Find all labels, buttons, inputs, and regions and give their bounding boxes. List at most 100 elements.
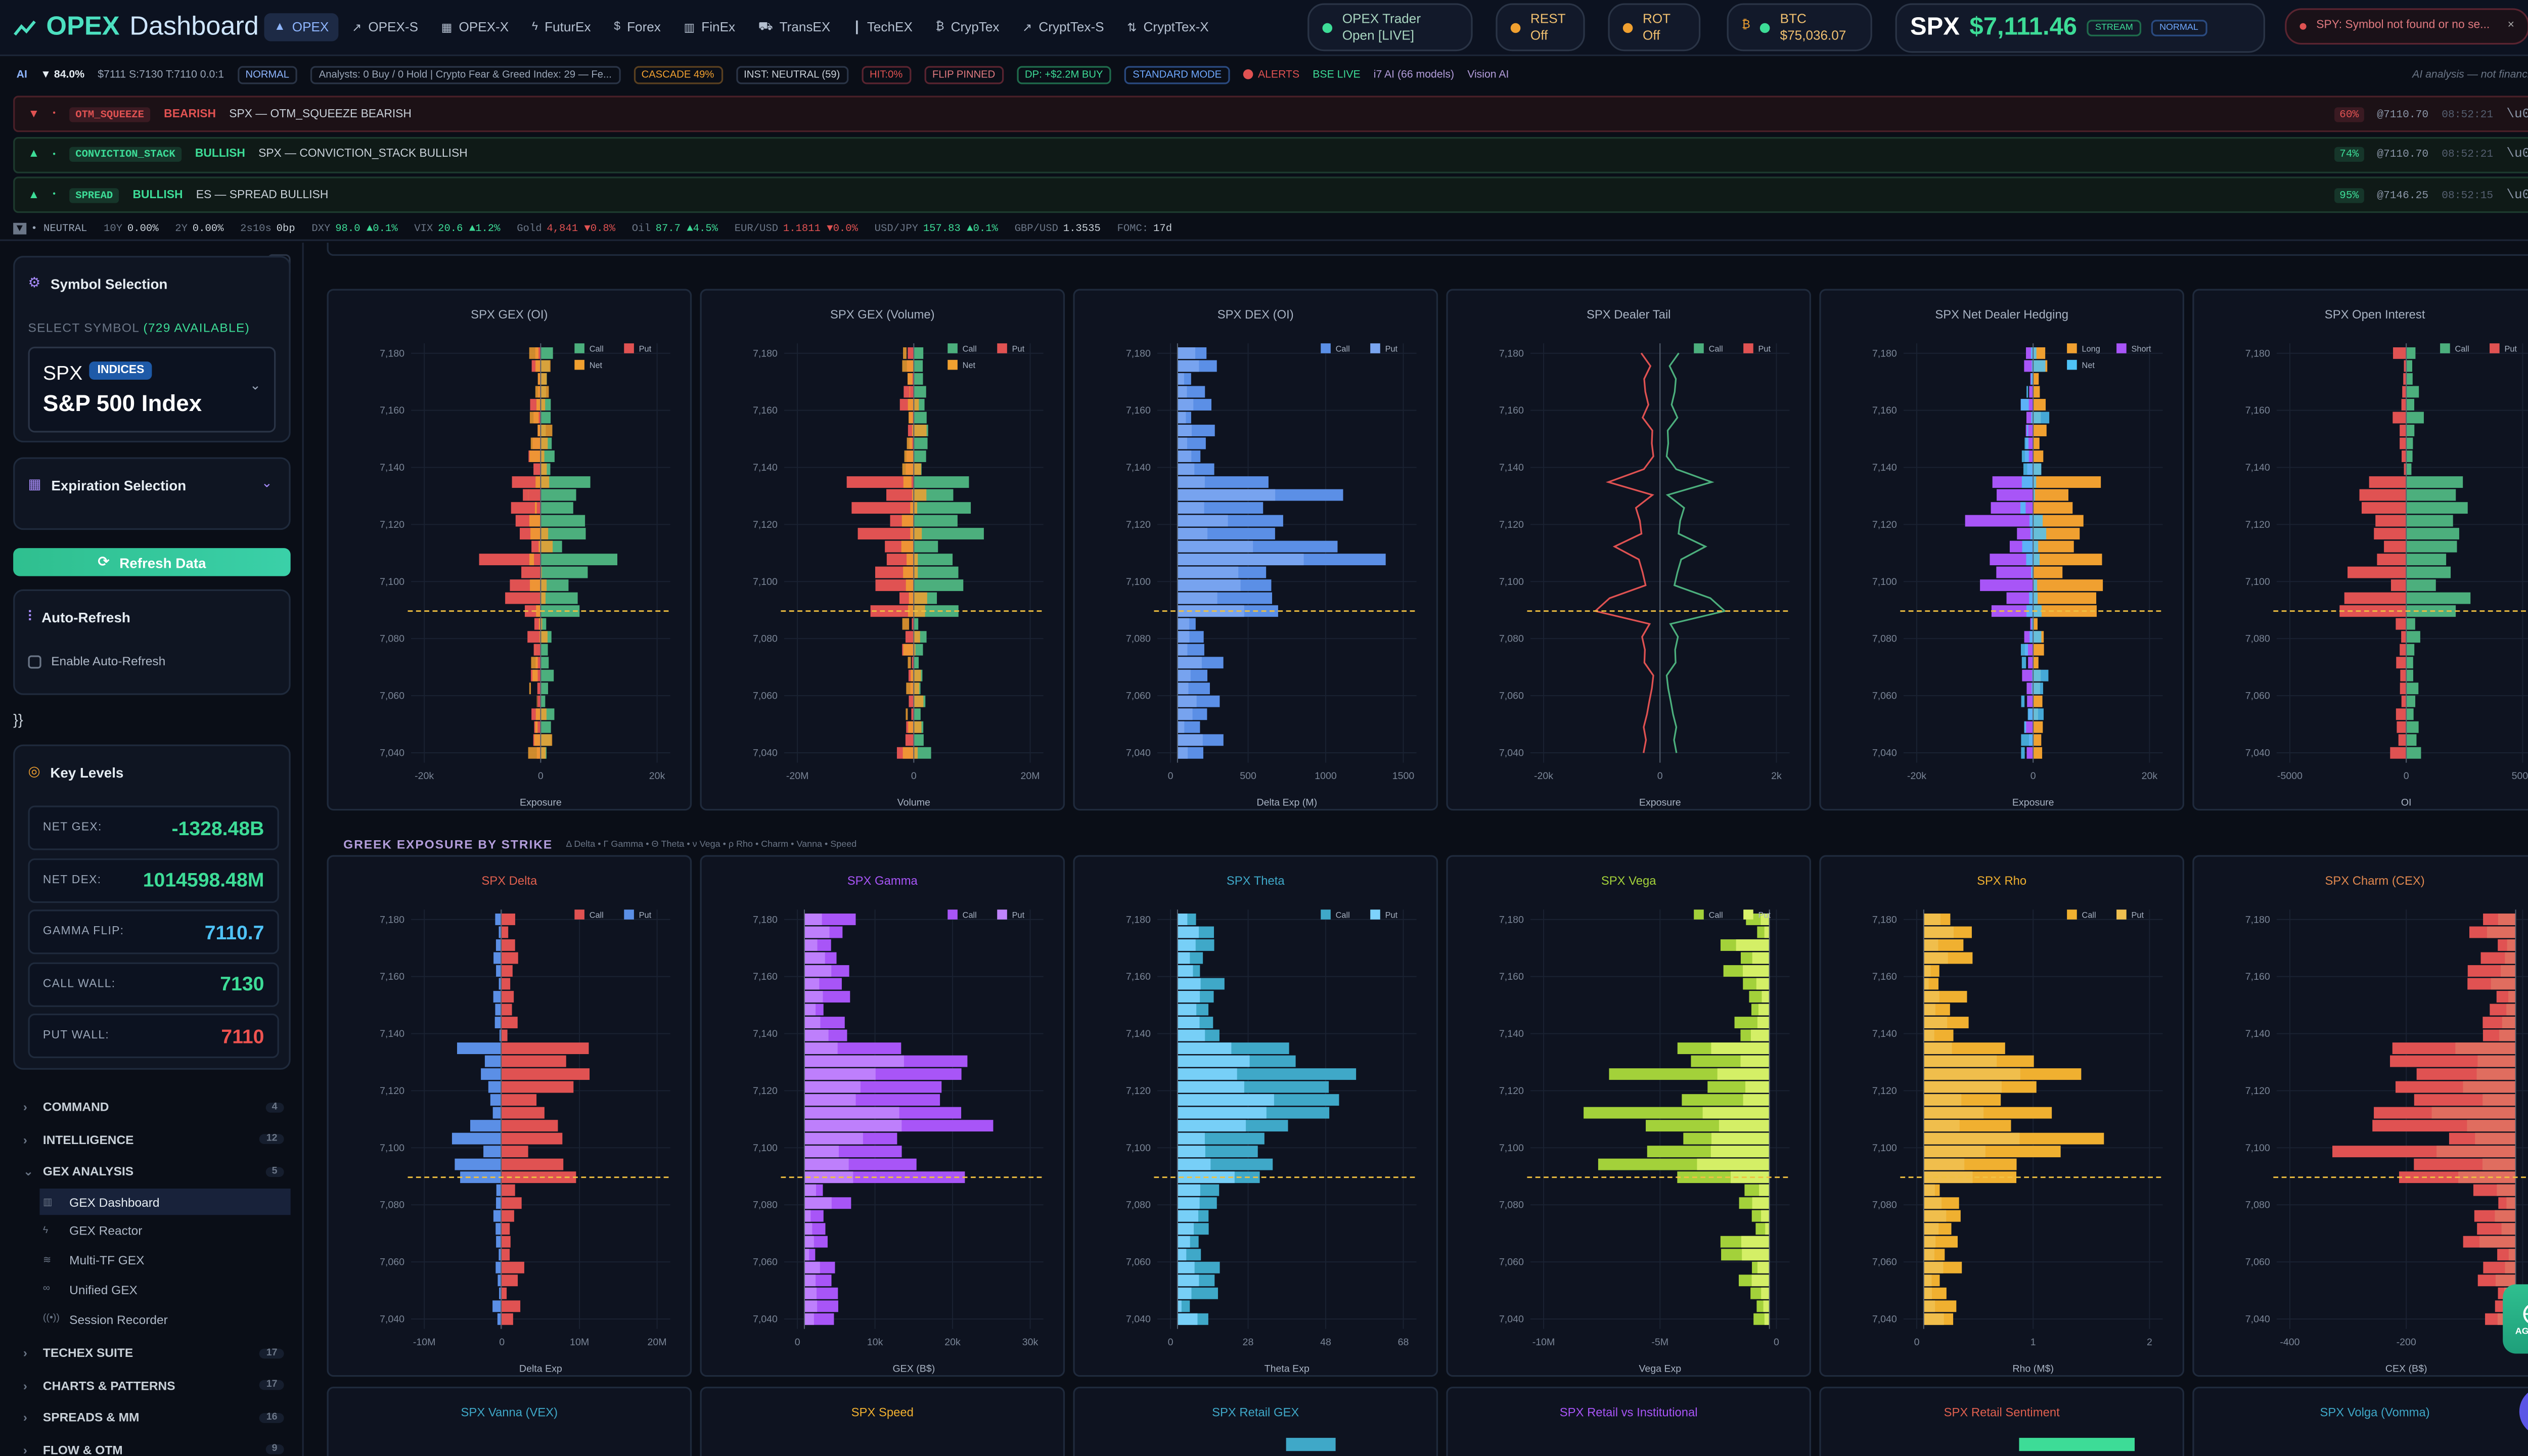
put-bar: [1177, 926, 1199, 938]
x-axis-label: Exposure: [1639, 797, 1681, 808]
y-tick: 7,080: [380, 633, 404, 645]
nav-tab-forex[interactable]: $ Forex: [604, 13, 671, 41]
nav-tab-opex[interactable]: ▲ OPEX: [264, 13, 339, 41]
chart-panel[interactable]: SPX Dealer Tail 7,180 7,160 7,140 7,120 7,100…: [1446, 289, 1812, 811]
put-bar: [1923, 1068, 2020, 1080]
ai-models[interactable]: i7 AI (66 models): [1374, 69, 1454, 80]
nav-tab-crypttex-s[interactable]: ↗ CryptTex-S: [1013, 13, 1114, 41]
rest-status[interactable]: REST Off: [1496, 3, 1585, 52]
y-tick: 7,040: [2245, 748, 2270, 759]
chart-panel[interactable]: SPX Speed: [700, 1386, 1065, 1456]
flip-tag[interactable]: FLIP PINNED: [924, 65, 1004, 83]
btc-status[interactable]: ₿ BTC $75,036.07: [1727, 3, 1872, 52]
symbol-dropdown[interactable]: SPX INDICES S&P 500 Index ⌄: [28, 346, 276, 433]
nav-tab-opex-x[interactable]: ▦ OPEX-X: [431, 13, 519, 41]
chart-panel[interactable]: SPX Retail Sentiment: [1819, 1386, 2184, 1456]
rot-status[interactable]: ROT Off: [1608, 3, 1701, 52]
chart-panel[interactable]: SPX Retail GEX: [1073, 1386, 1438, 1456]
nav-tab-futurex[interactable]: ϟ FuturEx: [522, 13, 601, 41]
nav-section[interactable]: › SPREADS & MM 16: [23, 1410, 284, 1425]
auto-refresh-toggle[interactable]: Enable Auto-Refresh: [28, 654, 165, 668]
chart-panel[interactable]: SPX Net Dealer Hedging 7,180 7,160 7,140 7,1…: [1819, 289, 2184, 811]
chart-panel[interactable]: SPX Open Interest 7,180 7,160 7,140 7,120 7,1…: [2192, 289, 2528, 811]
nav-tab-transex[interactable]: ⛟ TransEX: [748, 13, 840, 41]
key-level-value: 1014598.48M: [143, 868, 264, 892]
y-tick: 7,100: [753, 1143, 778, 1154]
signal-close[interactable]: \u00D7: [2506, 188, 2528, 202]
chart-panel[interactable]: SPX Rho 7,180 7,160 7,140 7,120 7,100 7,080 7,0…: [1819, 855, 2184, 1377]
put-bar: [1923, 1197, 1942, 1209]
put-bar: [1710, 1146, 1770, 1158]
nav-section[interactable]: › FLOW & OTM 9: [23, 1442, 284, 1456]
chart-panel[interactable]: SPX DEX (OI) 7,180 7,160 7,140 7,120 7,100 7,0…: [1073, 289, 1438, 811]
call-bar: [2406, 566, 2451, 578]
auto-refresh-checkbox[interactable]: [28, 654, 41, 668]
nav-section[interactable]: › COMMAND 4: [23, 1100, 284, 1114]
nav-section[interactable]: › CHARTS & PATTERNS 17: [23, 1378, 284, 1392]
vision-ai[interactable]: Vision AI: [1467, 69, 1509, 80]
alerts-tag[interactable]: ALERTS: [1243, 69, 1299, 80]
call-bar: [501, 1197, 522, 1209]
chart-panel[interactable]: SPX Delta 7,180 7,160 7,140 7,120 7,100 7,080 7…: [327, 855, 692, 1377]
nav-tab-opex-s[interactable]: ↗ OPEX-S: [342, 13, 428, 41]
chart-panel[interactable]: SPX Theta 7,180 7,160 7,140 7,120 7,100 7,080 7…: [1073, 855, 1438, 1377]
chart-panel[interactable]: SPX Vega 7,180 7,160 7,140 7,120 7,100 7,080 7,…: [1446, 855, 1812, 1377]
spx-quote[interactable]: SPX $7,111.46 STREAM NORMAL: [1895, 3, 2265, 53]
error-close-icon[interactable]: ×: [2508, 20, 2514, 33]
sidebar-item-gex-reactor[interactable]: ϟ GEX Reactor: [39, 1218, 290, 1244]
nav-section[interactable]: › TECHEX SUITE 17: [23, 1345, 284, 1360]
signal-row[interactable]: ▲ • CONVICTION_STACK BULLISH SPX — CONVICTIO…: [13, 136, 2528, 173]
sidebar-item-multi-tf-gex[interactable]: ≋ Multi-TF GEX: [39, 1247, 290, 1273]
call-bar: [2406, 399, 2415, 411]
nav-section[interactable]: ⌄ GEX ANALYSIS 5: [23, 1164, 284, 1178]
nav-section[interactable]: › INTELLIGENCE 12: [23, 1131, 284, 1147]
cascade-tag[interactable]: CASCADE 49%: [633, 65, 723, 83]
legend-label: Put: [1012, 345, 1025, 354]
legend-swatch: [2490, 343, 2500, 353]
ticker-key: 10Y: [104, 222, 123, 235]
put-bar: [2500, 965, 2516, 977]
legend-swatch: [1743, 909, 1753, 920]
chart-title: SPX Dealer Tail: [1587, 307, 1671, 322]
expiration-card[interactable]: ▦ Expiration Selection ⌄: [13, 457, 291, 530]
chart-panel[interactable]: SPX GEX (OI) 7,180 7,160 7,140 7,120 7,100 7,0…: [327, 289, 692, 811]
chart-panel[interactable]: SPX Vanna (VEX): [327, 1386, 692, 1456]
standard-mode-tag[interactable]: STANDARD MODE: [1124, 65, 1230, 83]
agents-button[interactable]: AGENTS: [2503, 1284, 2528, 1354]
put-bar: [2369, 476, 2407, 488]
sidebar-item-gex-dashboard[interactable]: ▥ GEX Dashboard: [39, 1189, 291, 1215]
error-toast[interactable]: SPY: Symbol not found or no se... ×: [2285, 8, 2528, 45]
nav-tab-techex[interactable]: ┃ TechEX: [843, 13, 922, 41]
put-bar: [804, 1146, 839, 1158]
chart-panel[interactable]: SPX GEX (Volume) 7,180 7,160 7,140 7,120 7,10…: [700, 289, 1065, 811]
sidebar-item-unified-gex[interactable]: ∞ Unified GEX: [39, 1277, 290, 1303]
dp-tag[interactable]: DP: +$2.2M BUY: [1016, 65, 1111, 83]
nav-tab-crypttex-x[interactable]: ⇅ CryptTex-X: [1117, 13, 1219, 41]
y-tick: 7,160: [1126, 971, 1151, 982]
chart-panel[interactable]: SPX Charm (CEX) 7,180 7,160 7,140 7,120 7,100…: [2192, 855, 2528, 1377]
signal-row[interactable]: ▲ • SPREAD BULLISH ES — SPREAD BULLISH 95% @71…: [13, 176, 2528, 213]
call-bar: [2406, 412, 2424, 424]
nav-tab-finex[interactable]: ▥ FinEx: [674, 13, 745, 41]
chart-panel[interactable]: SPX Volga (Vomma): [2192, 1386, 2528, 1456]
nav-section-label: INTELLIGENCE: [42, 1131, 134, 1147]
call-bar: [501, 965, 513, 977]
signal-row[interactable]: ▼ • OTM_SQUEEZE BEARISH SPX — OTM_SQUEEZE BE…: [13, 96, 2528, 132]
hit-tag[interactable]: HIT:0%: [861, 65, 911, 83]
inst-tag[interactable]: INST: NEUTRAL (59): [735, 65, 848, 83]
signal-close[interactable]: \u00D7: [2506, 147, 2528, 162]
nav-tab-cryptex[interactable]: ₿ CrypTex: [926, 13, 1009, 41]
refresh-button[interactable]: ⟳ Refresh Data: [13, 548, 291, 576]
x-axis-label: GEX (B$): [892, 1363, 935, 1374]
trader-status[interactable]: OPEX Trader Open [LIVE]: [1307, 3, 1473, 52]
put-bar: [804, 1300, 818, 1312]
signal-close[interactable]: \u00D7: [2506, 107, 2528, 121]
brand[interactable]: OPEX Dashboard: [0, 12, 264, 42]
chart-panel[interactable]: SPX Retail vs Institutional: [1446, 1386, 1812, 1456]
put-bar: [496, 1236, 502, 1248]
bse-live[interactable]: BSE LIVE: [1313, 69, 1360, 80]
chart-panel[interactable]: SPX Gamma 7,180 7,160 7,140 7,120 7,100 7,080 7…: [700, 855, 1065, 1377]
sidebar-item-session-recorder[interactable]: ((•)) Session Recorder: [39, 1306, 290, 1332]
call-bar: [540, 592, 578, 604]
analysts-tag[interactable]: Analysts: 0 Buy / 0 Hold | Crypto Fear &…: [310, 65, 620, 83]
